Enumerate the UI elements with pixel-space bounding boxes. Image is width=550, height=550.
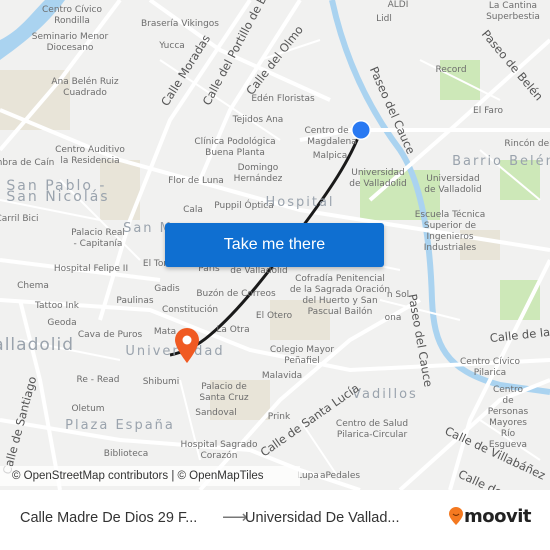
destination-pin-icon[interactable] bbox=[174, 328, 200, 364]
poi-label: Centro de Personas Mayores Río Esgueva bbox=[487, 385, 529, 450]
district-label: Valladolid bbox=[0, 335, 75, 355]
poi-label: Hospital Felipe II bbox=[53, 264, 129, 274]
moovit-wordmark: moovit bbox=[464, 506, 532, 527]
arrow-right-icon: ⟶ bbox=[222, 507, 248, 527]
poi-label: Carril Bici bbox=[0, 214, 39, 224]
poi-label: Lidl bbox=[376, 14, 392, 24]
poi-label: Clínica Podológica Buena Planta bbox=[194, 137, 276, 158]
poi-label: Paulinas bbox=[116, 296, 154, 306]
poi-label: Record bbox=[435, 65, 467, 75]
poi-label: Rincón del bbox=[504, 139, 550, 149]
destination-name: Universidad De Vallad... bbox=[245, 510, 400, 526]
poi-label: aPedales bbox=[319, 471, 361, 481]
poi-label: Flor de Luna bbox=[168, 176, 224, 186]
poi-label: Brasería Vikingos bbox=[141, 19, 219, 29]
poi-label: Yucca bbox=[159, 41, 185, 51]
poi-label: Shibumi bbox=[142, 377, 180, 387]
poi-label: Malpica bbox=[312, 151, 348, 161]
poi-label: Malavida bbox=[261, 371, 303, 381]
poi-label: Geoda bbox=[47, 318, 77, 328]
district-label: San Pablo - San Nicolás bbox=[6, 178, 110, 205]
origin-marker[interactable] bbox=[350, 119, 372, 141]
poi-label: Re - Read bbox=[76, 375, 120, 385]
district-label: Hospital bbox=[265, 195, 335, 210]
poi-label: Mata bbox=[153, 327, 177, 337]
poi-label: Cava de Puros bbox=[77, 330, 143, 340]
poi-label: Hospital Sagrado Corazón bbox=[180, 440, 258, 461]
district-label: Plaza España bbox=[65, 418, 175, 433]
poi-label: El Tor bbox=[142, 259, 168, 269]
poi-label: Cala bbox=[183, 205, 203, 215]
origin-name: Calle Madre De Dios 29 F... bbox=[20, 510, 198, 526]
poi-label: La Cantina Superbestia bbox=[486, 1, 540, 22]
poi-label: Seminario Menor Diocesano bbox=[31, 32, 109, 53]
poi-label: El Faro bbox=[473, 106, 503, 116]
map-attribution[interactable]: © OpenStreetMap contributors | © OpenMap… bbox=[0, 466, 300, 486]
poi-label: ona bbox=[384, 313, 402, 323]
poi-label: Centro Cívico Pilarica bbox=[460, 357, 520, 378]
park-area bbox=[500, 280, 540, 320]
poi-label: Tejidos Ana bbox=[232, 115, 284, 125]
poi-label: Gadis bbox=[154, 284, 180, 294]
poi-label: Escuela Técnica Superior de Ingenieros I… bbox=[414, 210, 486, 253]
poi-label: Cofradía Penitencial de la Sagrada Oraci… bbox=[289, 274, 391, 317]
poi-label: Domingo Hernández bbox=[233, 163, 283, 184]
poi-label: Chema bbox=[17, 281, 49, 291]
poi-label: Colegio Mayor Peñafiel bbox=[269, 345, 335, 366]
poi-label: ALDI bbox=[387, 0, 409, 10]
poi-label: Lupa bbox=[297, 471, 319, 481]
map[interactable]: Centro Cívico Rondilla Brasería Vikingos… bbox=[0, 0, 550, 490]
route-footer: Calle Madre De Dios 29 F... ⟶ Universida… bbox=[0, 490, 550, 550]
poi-label: mbra de Caín bbox=[0, 158, 55, 168]
poi-label: Universidad de Valladolid bbox=[424, 174, 482, 195]
poi-label: Edén Floristas bbox=[251, 94, 315, 104]
poi-label: Palacio Real - Capitanía bbox=[71, 228, 125, 249]
poi-label: El Otero bbox=[255, 311, 293, 321]
moovit-pin-icon bbox=[449, 507, 463, 525]
poi-label: Centro de Salud Pilarica-Circular bbox=[335, 419, 409, 440]
poi-label: Constitución bbox=[161, 305, 219, 315]
poi-label: Palacio de Santa Cruz bbox=[199, 382, 249, 403]
poi-label: de Valladolid bbox=[230, 266, 288, 276]
poi-label: Sandoval bbox=[195, 408, 237, 418]
poi-label: La Otra bbox=[216, 325, 250, 335]
poi-label: Universidad de Valladolid bbox=[349, 168, 407, 189]
poi-label: Tattoo Ink bbox=[34, 301, 80, 311]
moovit-logo[interactable]: moovit bbox=[448, 506, 532, 527]
poi-label: Oletum bbox=[71, 404, 105, 414]
poi-label: Ana Belén Ruiz Cuadrado bbox=[51, 77, 119, 98]
district-label: Barrio Belén bbox=[452, 154, 550, 169]
district-label: Vadillos bbox=[352, 387, 418, 402]
poi-label: Centro Auditivo la Residencia bbox=[55, 145, 125, 166]
poi-label: Buzón de Correos bbox=[196, 289, 276, 299]
poi-label: Centro Cívico Rondilla bbox=[42, 5, 102, 26]
take-me-there-button[interactable]: Take me there bbox=[165, 223, 384, 267]
poi-label: Biblioteca bbox=[103, 449, 149, 459]
poi-label: Prink bbox=[267, 412, 291, 422]
